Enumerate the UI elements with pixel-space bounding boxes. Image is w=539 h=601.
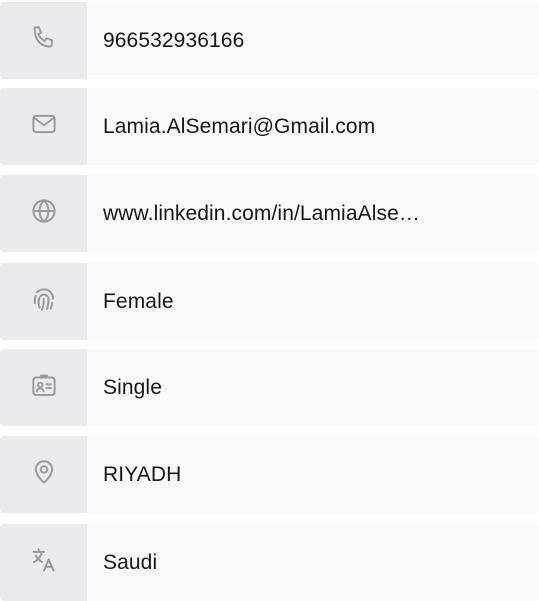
phone-icon — [29, 23, 59, 58]
marital-status-text-cell: Single — [87, 349, 539, 426]
map-pin-icon — [29, 457, 59, 492]
contact-row-email: Lamia.AlSemari@Gmail.com — [0, 88, 539, 165]
website-text-cell: www.linkedin.com/in/LamiaAlse… — [87, 175, 539, 252]
gender-value: Female — [103, 289, 174, 313]
id-card-icon-cell — [0, 349, 87, 426]
globe-icon-cell — [0, 175, 87, 252]
map-pin-icon-cell — [0, 436, 87, 513]
mail-icon-cell — [0, 88, 87, 165]
contact-row-website: www.linkedin.com/in/LamiaAlse… — [0, 175, 539, 252]
contact-row-phone: 966532936166 — [0, 2, 539, 79]
contact-row-nationality: Saudi — [0, 524, 539, 601]
website-url: www.linkedin.com/in/LamiaAlse… — [103, 201, 420, 225]
marital-status-value: Single — [103, 375, 162, 399]
mail-icon — [29, 109, 59, 144]
contact-row-gender: Female — [0, 263, 539, 340]
contact-row-location: RIYADH — [0, 436, 539, 513]
fingerprint-icon — [29, 284, 59, 319]
contact-info-list: 966532936166 Lamia.AlSemari@Gmail.com ww… — [0, 0, 539, 601]
location-text-cell: RIYADH — [87, 436, 539, 513]
email-address: Lamia.AlSemari@Gmail.com — [103, 114, 376, 138]
globe-icon — [29, 196, 59, 231]
translate-icon — [29, 545, 59, 580]
translate-icon-cell — [0, 524, 87, 601]
id-card-icon — [29, 370, 59, 405]
contact-row-marital-status: Single — [0, 349, 539, 426]
phone-number: 966532936166 — [103, 28, 245, 52]
nationality-value: Saudi — [103, 550, 158, 574]
email-text-cell: Lamia.AlSemari@Gmail.com — [87, 88, 539, 165]
nationality-text-cell: Saudi — [87, 524, 539, 601]
gender-text-cell: Female — [87, 263, 539, 340]
fingerprint-icon-cell — [0, 263, 87, 340]
phone-icon-cell — [0, 2, 87, 79]
location-value: RIYADH — [103, 462, 182, 486]
phone-text-cell: 966532936166 — [87, 2, 539, 79]
